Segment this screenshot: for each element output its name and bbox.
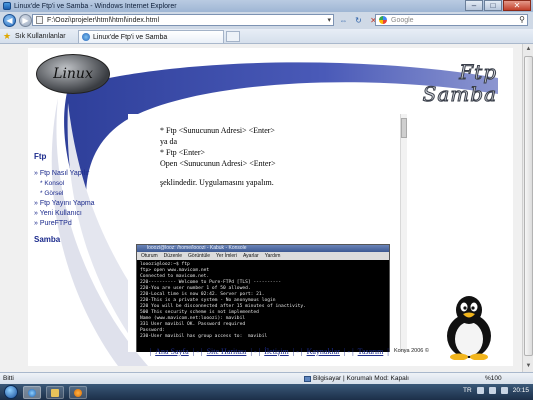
- sidebar-heading-samba[interactable]: Samba: [34, 235, 120, 244]
- search-placeholder[interactable]: Google: [391, 17, 414, 24]
- security-zone[interactable]: Bilgisayar | Korumalı Mod: Kapalı: [304, 375, 409, 382]
- address-tools: ⇔ ↻ ✕: [338, 14, 379, 26]
- content-panel: * Ftp <Sunucunun Adresi> <Enter> ya da *…: [128, 114, 408, 352]
- article-line-5: şeklindedir. Uygulamasını yapalım.: [160, 178, 274, 187]
- linux-logo: Linux: [36, 54, 110, 94]
- search-icon[interactable]: ⚲: [519, 15, 525, 24]
- tray-network-icon[interactable]: [488, 387, 496, 394]
- language-indicator[interactable]: TR: [463, 387, 472, 394]
- footer-links: | Ana Sayfa | - | Site Haritası | - | İl…: [150, 347, 389, 356]
- sidebar-item-ftp-nasil[interactable]: » Ftp Nasıl Yapılır: [34, 170, 120, 177]
- terminal-menu-item: Yardım: [264, 253, 281, 259]
- security-zone-text: Bilgisayar | Korumalı Mod: Kapalı: [313, 375, 409, 382]
- panel-scroll-thumb[interactable]: [401, 118, 407, 138]
- taskbar-media-button[interactable]: [69, 385, 87, 399]
- article-line-4: Open <Sunucunun Adresi> <Enter>: [160, 159, 276, 168]
- terminal-line: 230-User mavibil has group access to: ma…: [140, 334, 268, 339]
- clock[interactable]: 20:15: [513, 387, 529, 394]
- page-viewport: Linux Ftp Samba Ftp » Ftp Nasıl Yapılır …: [0, 44, 522, 372]
- header-samba-title: Samba: [422, 82, 497, 106]
- minimize-button[interactable]: –: [465, 0, 483, 11]
- address-row: ◀ ▶ F:\Oozi\projeler\html\html\index.htm…: [0, 12, 533, 29]
- article-line-3: * Ftp <Enter>: [160, 148, 206, 157]
- maximize-button[interactable]: □: [484, 0, 502, 11]
- terminal-menu-item: Ayarlar: [242, 253, 259, 259]
- window-controls: – □ ✕: [464, 0, 531, 11]
- scroll-down-icon[interactable]: ▼: [524, 362, 533, 371]
- page-scroll-thumb[interactable]: [524, 56, 533, 356]
- terminal-screenshot: looozi@looz: /home/looozi - Kabuk - Kons…: [136, 244, 390, 352]
- terminal-menu-item: Oturum: [141, 253, 158, 259]
- new-tab-button[interactable]: [226, 31, 240, 42]
- scroll-up-icon[interactable]: ▲: [524, 45, 533, 54]
- tab-active[interactable]: Linux'de Ftp'i ve Samba: [78, 30, 224, 43]
- sidebar-item-ftp-yayini[interactable]: » Ftp Yayını Yapma: [34, 200, 120, 207]
- window-titlebar: Linux'de Ftp'i ve Samba - Windows Intern…: [0, 0, 533, 12]
- ie-icon: [28, 388, 36, 397]
- tux-penguin-icon: [447, 296, 491, 360]
- address-url[interactable]: F:\Oozi\projeler\html\html\index.html: [47, 17, 159, 24]
- sidebar-subitem-konsol[interactable]: * Konsol: [40, 180, 120, 187]
- system-tray: TR 20:15: [463, 387, 529, 394]
- footer-link-sources[interactable]: Kaynaklar: [307, 347, 340, 356]
- search-box[interactable]: Google ⚲: [375, 14, 528, 26]
- terminal-output: looozi@looz:~$ ftp ftp> open www.mavicom.…: [137, 260, 389, 342]
- zoom-level[interactable]: %100: [485, 375, 502, 382]
- page-scrollbar[interactable]: ▲ ▼: [522, 44, 533, 372]
- footer-link-design[interactable]: Tasarım: [358, 347, 384, 356]
- article-line-2: ya da: [160, 137, 178, 146]
- sidebar-item-pureftpd[interactable]: » PureFTPd: [34, 220, 120, 227]
- refresh-icon[interactable]: ↻: [353, 14, 364, 26]
- footer-link-sitemap[interactable]: Site Haritası: [207, 347, 247, 356]
- status-text: Bitti: [3, 375, 14, 382]
- footer-link-home[interactable]: Ana Sayfa: [155, 347, 189, 356]
- media-player-icon: [74, 388, 82, 397]
- taskbar: TR 20:15: [0, 384, 533, 400]
- ie-tab-icon: [82, 33, 90, 41]
- panel-scrollbar[interactable]: [400, 114, 407, 352]
- header-ftp-title: Ftp: [459, 60, 497, 84]
- address-bar[interactable]: F:\Oozi\projeler\html\html\index.html ▾: [32, 14, 334, 26]
- article-line-1: * Ftp <Sunucunun Adresi> <Enter>: [160, 126, 275, 135]
- sidebar-heading-ftp[interactable]: Ftp: [34, 152, 120, 161]
- folder-icon: [51, 388, 59, 397]
- terminal-menu-item: Yer İmleri: [216, 253, 237, 259]
- footer-link-contact[interactable]: İletişim: [264, 347, 288, 356]
- page-icon: [36, 16, 43, 24]
- terminal-menu-item: Görüntüle: [188, 253, 210, 259]
- linux-logo-text: Linux: [53, 66, 93, 82]
- tray-volume-icon[interactable]: [500, 387, 508, 394]
- copyright-text: Konya 2006 ©: [394, 348, 429, 354]
- window-title: Linux'de Ftp'i ve Samba - Windows Intern…: [14, 2, 177, 10]
- terminal-menu: Oturum Düzenle Görüntüle Yer İmleri Ayar…: [137, 252, 389, 260]
- compat-view-icon[interactable]: ⇔: [338, 14, 349, 26]
- terminal-menu-item: Düzenle: [163, 253, 183, 259]
- sidebar: Ftp » Ftp Nasıl Yapılır * Konsol * Görse…: [34, 152, 120, 244]
- taskbar-ie-button[interactable]: [23, 385, 41, 399]
- forward-button[interactable]: ▶: [19, 14, 32, 27]
- forward-arrow-icon: ▶: [22, 16, 29, 25]
- sidebar-subitem-gorsel[interactable]: * Görsel: [40, 190, 120, 197]
- tab-label: Linux'de Ftp'i ve Samba: [93, 33, 168, 41]
- start-button[interactable]: [4, 385, 18, 399]
- back-button[interactable]: ◀: [3, 14, 16, 27]
- taskbar-explorer-button[interactable]: [46, 385, 64, 399]
- tray-flag-icon[interactable]: [476, 387, 484, 394]
- favorites-bar: ★ Sık Kullanılanlar Linux'de Ftp'i ve Sa…: [0, 29, 533, 44]
- ie-app-icon: [3, 2, 11, 10]
- terminal-title: looozi@looz: /home/looozi - Kabuk - Kons…: [137, 245, 389, 252]
- computer-icon: [304, 375, 311, 382]
- favorites-label[interactable]: Sık Kullanılanlar: [15, 33, 66, 40]
- favorites-star-icon[interactable]: ★: [3, 31, 12, 41]
- close-button[interactable]: ✕: [503, 0, 531, 11]
- sidebar-item-yeni-kullanici[interactable]: » Yeni Kullanıcı: [34, 210, 120, 217]
- address-dropdown-icon[interactable]: ▾: [327, 16, 331, 24]
- status-bar: Bitti Bilgisayar | Korumalı Mod: Kapalı …: [0, 372, 533, 384]
- google-icon: [379, 16, 387, 24]
- site-container: Linux Ftp Samba Ftp » Ftp Nasıl Yapılır …: [28, 48, 513, 366]
- back-arrow-icon: ◀: [6, 16, 13, 25]
